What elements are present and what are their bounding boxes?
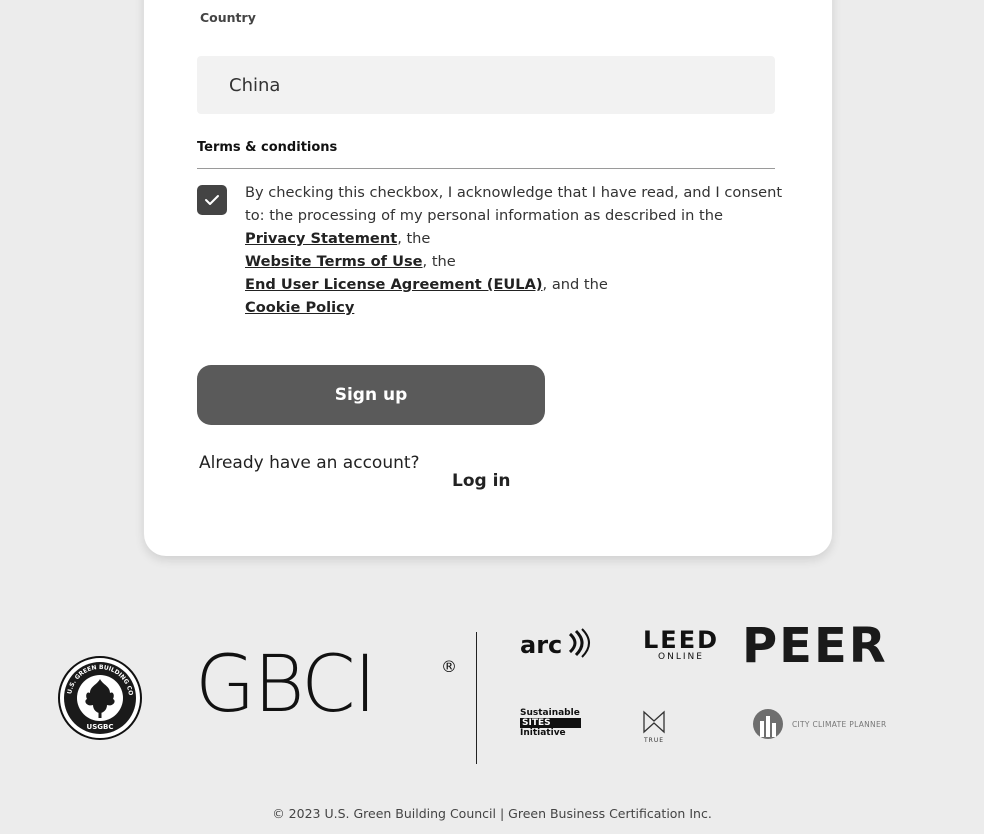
footer-divider [476,632,477,764]
consent-text-part: By checking this checkbox, I acknowledge… [245,184,783,224]
gbci-registered-mark: ® [441,657,457,676]
consent-checkbox[interactable] [197,185,227,215]
arc-waves-icon [566,628,596,662]
leed-online-logo: LEED ONLINE [643,628,719,662]
consent-text-part: , and the [542,276,608,293]
already-have-account-text: Already have an account? [199,453,420,473]
signup-card: Country Terms & conditions By checking t… [144,0,832,556]
privacy-statement-link[interactable]: Privacy Statement [245,230,397,247]
city-climate-planner-text: CITY CLIMATE PLANNER [792,720,887,729]
city-climate-planner-icon [748,707,788,745]
leed-logo-text: LEED [643,626,720,654]
consent-text: By checking this checkbox, I acknowledge… [245,181,785,319]
peer-logo-text: PEER [742,618,888,674]
cookie-policy-link[interactable]: Cookie Policy [245,299,354,316]
country-field[interactable] [197,56,775,114]
sites-line-2: SITES [520,718,581,728]
consent-text-part: , the [397,230,431,247]
sites-line-1: Sustainable [520,708,580,718]
sign-up-button[interactable]: Sign up [197,365,545,425]
log-in-link[interactable]: Log in [452,471,511,491]
usgbc-text: USGBC [87,723,114,731]
eula-link[interactable]: End User License Agreement (EULA) [245,276,543,293]
gbci-logo-text: GBCI [195,640,377,730]
sustainable-sites-logo: Sustainable SITES Initiative [520,708,581,738]
checkmark-icon [205,195,219,205]
terms-heading: Terms & conditions [197,140,775,169]
country-label: Country [200,10,256,25]
website-terms-link[interactable]: Website Terms of Use [245,253,423,270]
true-logo-icon [641,709,667,739]
copyright-text: © 2023 U.S. Green Building Council | Gre… [272,806,712,821]
sites-line-3: Initiative [520,728,566,738]
arc-logo-text: arc [520,631,563,659]
consent-text-part: , the [422,253,456,270]
true-logo-text: TRUE [644,737,665,744]
usgbc-logo: U.S. GREEN BUILDING COUNCIL USGBC [54,650,143,745]
